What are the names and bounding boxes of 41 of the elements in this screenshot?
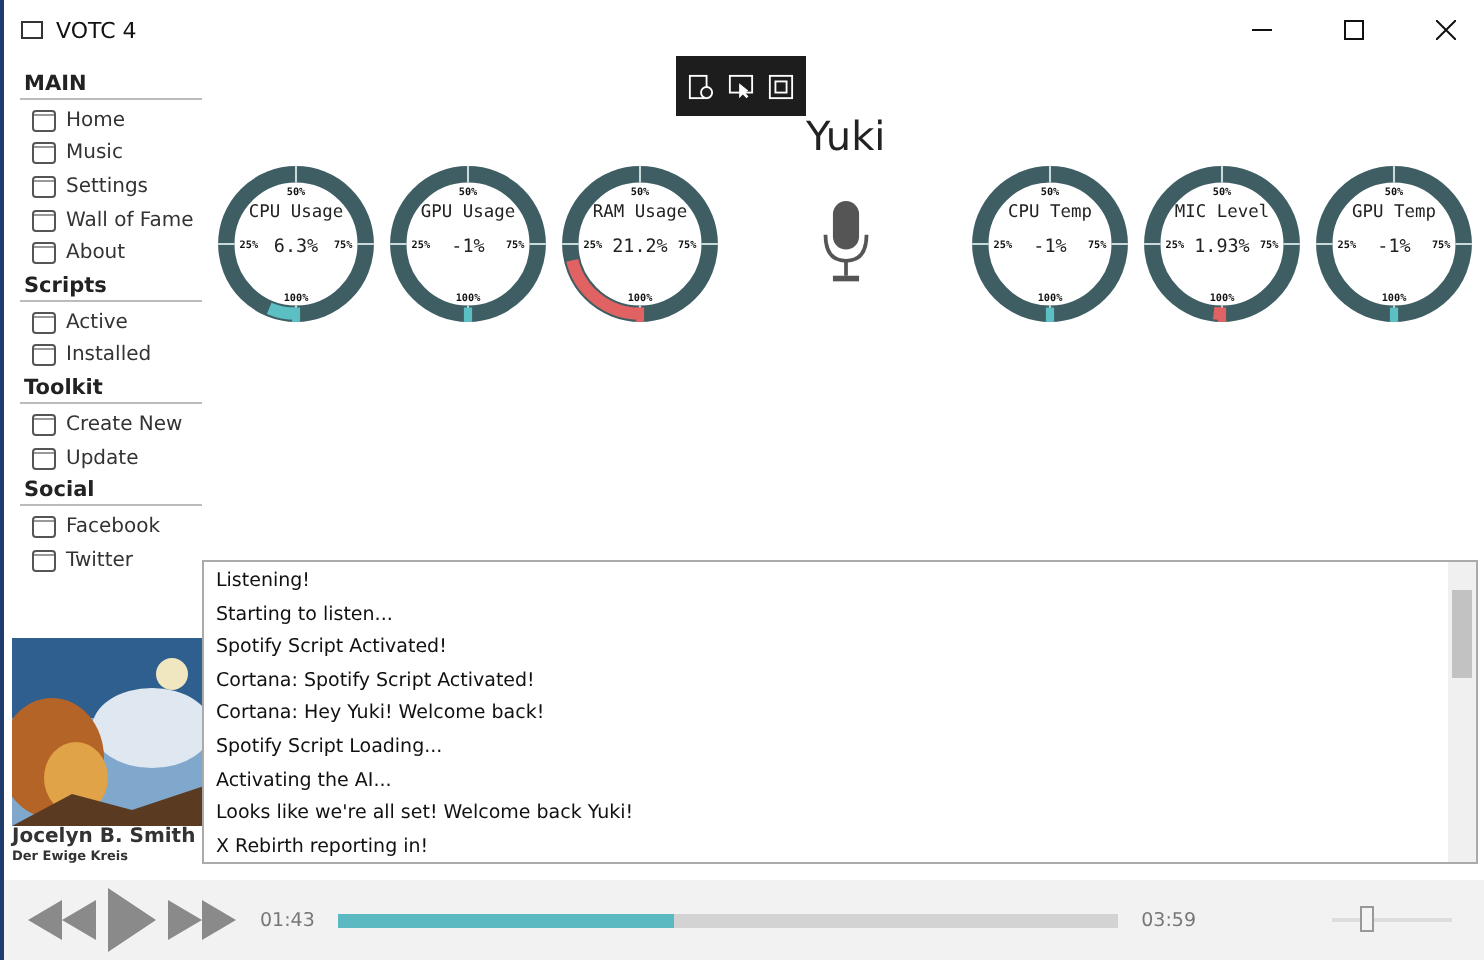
assistant-name: Yuki [806, 112, 886, 160]
gauge-title: GPU Temp [1352, 203, 1436, 224]
log-line: Spotify Script Activated! [216, 634, 449, 663]
track-artist: Jocelyn B. Smith [9, 826, 198, 848]
sidebar-item[interactable]: Home [66, 109, 126, 132]
gauge-value: 1.93% [1194, 236, 1250, 259]
sidebar-item[interactable]: Installed [66, 344, 152, 367]
gauge-value: -1% [451, 236, 485, 259]
sidebar-heading: MAIN [20, 68, 202, 100]
gauge-value: -1% [1033, 236, 1067, 259]
gauge-value: 21.2% [612, 236, 668, 259]
sidebar-item[interactable]: About [66, 242, 126, 265]
log-line: Starting to listen... [216, 601, 395, 630]
total-time: 03:59 [1141, 909, 1196, 931]
window-title: VOTC 4 [56, 17, 137, 43]
log-line: Cortana: Hey Yuki! Welcome back! [216, 700, 547, 729]
gauge-value: 6.3% [273, 236, 319, 259]
gauge-title: RAM Usage [592, 203, 688, 224]
log-line: Activating the AI... [216, 767, 394, 796]
elapsed-time: 01:43 [260, 909, 315, 931]
log-line: Cortana: Spotify Script Activated! [216, 667, 537, 696]
sidebar-heading: Social [20, 474, 202, 507]
gauge-title: CPU Temp [1008, 203, 1092, 224]
sidebar-heading: Toolkit [20, 372, 202, 405]
sidebar-heading: Scripts [20, 269, 202, 302]
sidebar-item[interactable]: Update [66, 447, 139, 470]
sidebar-item[interactable]: Active [66, 311, 128, 334]
log-line: Listening! [216, 568, 312, 596]
sidebar-item[interactable]: Settings [66, 175, 149, 198]
gauge-title: GPU Usage [420, 203, 516, 224]
gauge-value: -1% [1377, 236, 1411, 259]
sidebar-item[interactable]: Create New [66, 413, 183, 436]
log-line: X Rebirth reporting in! [216, 833, 431, 862]
sidebar-item[interactable]: Music [66, 142, 123, 165]
sidebar-item[interactable]: Wall of Fame [66, 209, 194, 232]
log-line: Spotify Script Loading... [216, 733, 445, 762]
log-line: Looks like we're all set! Welcome back Yuki! [216, 800, 636, 829]
gauge-title: CPU Usage [248, 203, 344, 224]
sidebar-item[interactable]: Facebook [66, 516, 160, 539]
sidebar-item[interactable]: Twitter [66, 549, 134, 572]
gauge-title: MIC Level [1174, 203, 1270, 224]
